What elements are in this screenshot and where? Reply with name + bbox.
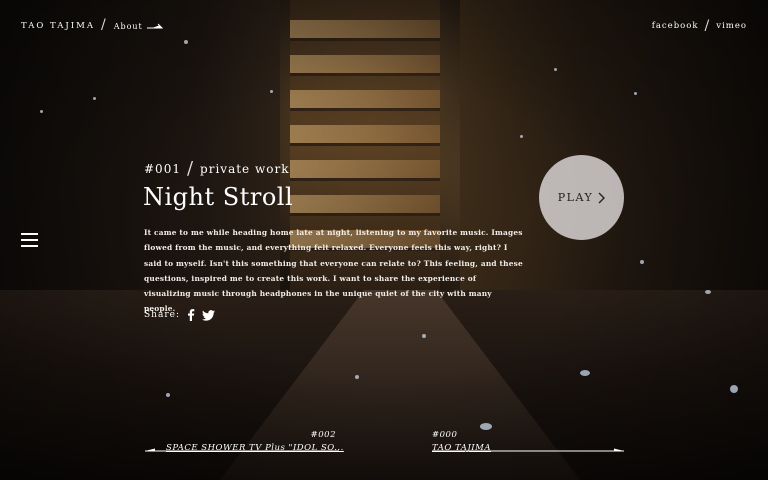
facebook-link[interactable]: facebook xyxy=(652,21,699,31)
work-category: private work xyxy=(200,161,290,176)
site-logo[interactable]: TAO TAJIMA xyxy=(21,21,95,31)
share-bar: Share: xyxy=(144,309,215,321)
vimeo-link[interactable]: vimeo xyxy=(716,21,747,31)
menu-icon[interactable] xyxy=(21,233,38,247)
separator: / xyxy=(704,18,711,34)
work-meta: #001 / private work xyxy=(144,158,289,179)
facebook-icon[interactable] xyxy=(187,309,195,321)
about-link-label: About xyxy=(113,21,143,31)
separator: / xyxy=(100,17,108,33)
work-title: Night Stroll xyxy=(143,183,294,211)
play-button[interactable]: PLAY xyxy=(539,155,624,240)
arrow-left-icon xyxy=(145,448,339,452)
arrow-right-icon xyxy=(146,23,163,29)
chevron-right-icon xyxy=(598,192,606,203)
prev-work-number: #002 xyxy=(310,430,336,440)
work-description: It came to me while heading home late at… xyxy=(144,228,523,314)
separator: / xyxy=(186,158,195,179)
about-link[interactable]: About xyxy=(114,22,163,31)
arrow-right-icon xyxy=(432,448,624,452)
header-brand: TAO TAJIMA / About xyxy=(21,17,163,34)
work-number: #001 xyxy=(144,161,181,176)
social-links: facebook / vimeo xyxy=(652,18,747,34)
next-work-number: #000 xyxy=(432,430,458,440)
share-label: Share: xyxy=(144,310,180,320)
twitter-icon[interactable] xyxy=(202,309,215,321)
play-button-label: PLAY xyxy=(557,191,594,204)
